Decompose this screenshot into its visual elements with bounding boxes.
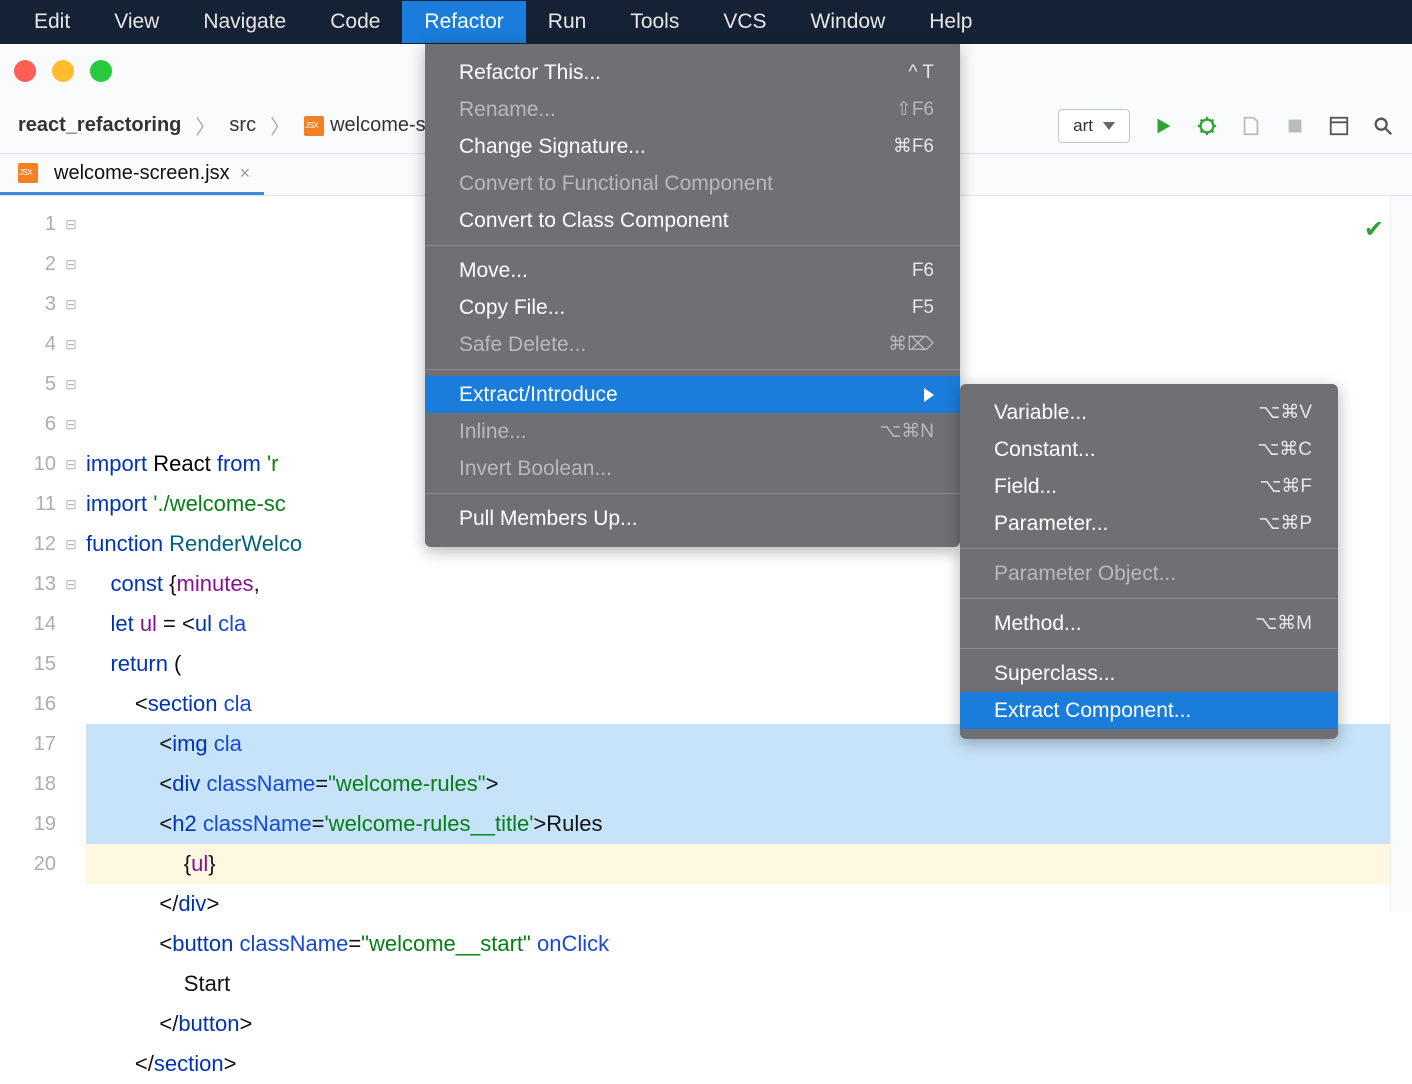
debug-icon[interactable] [1196,115,1218,137]
menu-item-safe-delete: Safe Delete...⌘⌦ [425,326,960,363]
fold-gutter: ⊟⊟⊟⊟⊟⊟⊟⊟⊟⊟ [56,196,86,912]
chevron-right-icon: 〉 [270,111,290,140]
menu-item-change-signature[interactable]: Change Signature...⌘F6 [425,128,960,165]
menu-item-extract-component[interactable]: Extract Component... [960,692,1338,729]
menu-item-constant[interactable]: Constant...⌥⌘C [960,431,1338,468]
stop-icon[interactable] [1284,115,1306,137]
chevron-down-icon [1103,122,1115,130]
menubar-item-window[interactable]: Window [789,1,908,43]
menu-item-parameter-object: Parameter Object... [960,555,1338,592]
menu-item-extract-introduce[interactable]: Extract/Introduce [425,376,960,413]
menu-item-superclass[interactable]: Superclass... [960,655,1338,692]
menu-item-invert-boolean: Invert Boolean... [425,450,960,487]
menu-item-parameter[interactable]: Parameter...⌥⌘P [960,505,1338,542]
refactor-menu: Refactor This...^ TRename...⇧F6Change Si… [425,44,960,547]
coverage-icon[interactable] [1240,115,1262,137]
menu-item-copy-file[interactable]: Copy File...F5 [425,289,960,326]
search-icon[interactable] [1372,115,1394,137]
breadcrumb-project[interactable]: react_refactoring [18,114,181,137]
editor-tab[interactable]: welcome-screen.jsx × [0,154,264,195]
run-configuration-label: art [1073,116,1093,136]
menubar-item-navigate[interactable]: Navigate [181,1,308,43]
menubar-item-tools[interactable]: Tools [608,1,701,43]
jsx-file-icon [18,163,38,183]
menubar-item-code[interactable]: Code [308,1,402,43]
menubar-item-vcs[interactable]: VCS [701,1,788,43]
menubar-item-refactor[interactable]: Refactor [402,1,525,43]
menubar-item-edit[interactable]: Edit [12,1,92,43]
menu-item-refactor-this[interactable]: Refactor This...^ T [425,54,960,91]
close-tab-icon[interactable]: × [240,163,251,184]
run-icon[interactable] [1152,115,1174,137]
line-number-gutter: 1234561011121314151617181920 [0,196,56,912]
menu-item-method[interactable]: Method...⌥⌘M [960,605,1338,642]
menu-item-convert-to-functional-component: Convert to Functional Component [425,165,960,202]
extract-submenu: Variable...⌥⌘VConstant...⌥⌘CField...⌥⌘FP… [960,384,1338,739]
error-stripe [1390,196,1412,912]
menu-item-rename: Rename...⇧F6 [425,91,960,128]
menu-item-pull-members-up[interactable]: Pull Members Up... [425,500,960,537]
maximize-window-button[interactable] [90,60,112,82]
breadcrumb-folder[interactable]: src [229,114,256,137]
menu-item-inline: Inline...⌥⌘N [425,413,960,450]
chevron-right-icon [924,388,934,402]
run-configuration-dropdown[interactable]: art [1058,109,1130,143]
toolbar-actions: art [1058,109,1394,143]
menubar-item-view[interactable]: View [92,1,181,43]
check-icon: ✔ [1364,210,1384,250]
menubar-item-help[interactable]: Help [907,1,994,43]
minimize-window-button[interactable] [52,60,74,82]
menubar-item-run[interactable]: Run [526,1,609,43]
close-window-button[interactable] [14,60,36,82]
menu-item-move[interactable]: Move...F6 [425,252,960,289]
jsx-file-icon [304,116,324,136]
menu-item-field[interactable]: Field...⌥⌘F [960,468,1338,505]
menubar: EditViewNavigateCodeRefactorRunToolsVCSW… [0,0,1412,44]
chevron-right-icon: 〉 [195,111,215,140]
project-icon[interactable] [1328,115,1350,137]
tab-label: welcome-screen.jsx [54,162,230,185]
menu-item-convert-to-class-component[interactable]: Convert to Class Component [425,202,960,239]
menu-item-variable[interactable]: Variable...⌥⌘V [960,394,1338,431]
